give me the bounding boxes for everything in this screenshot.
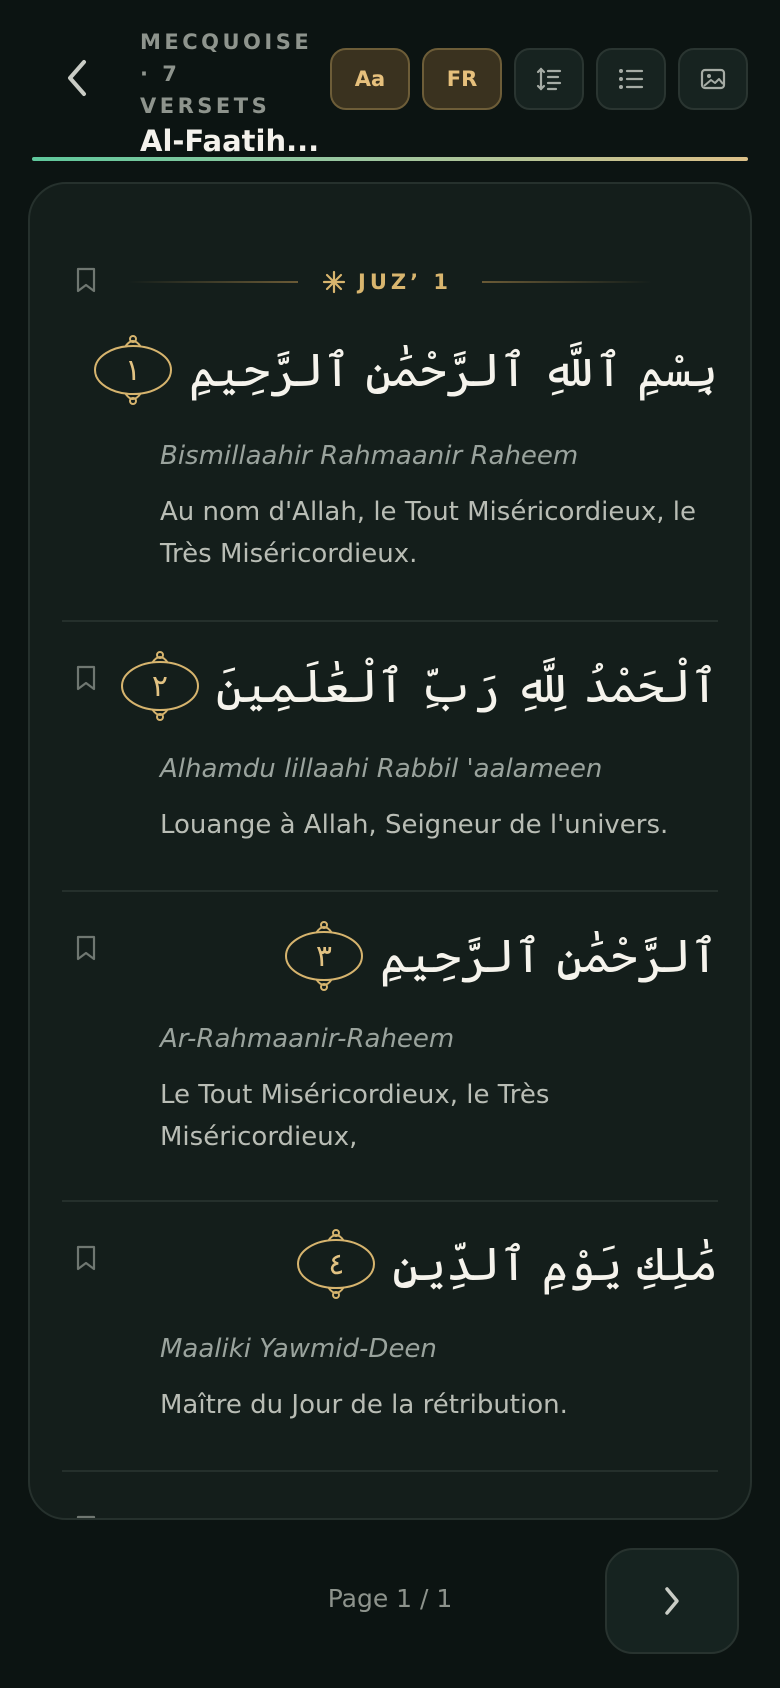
- verse-item: ٣ ٱلرَّحْمَٰنِ ٱلرَّحِيمِ Ar-Rahmaanir-R…: [62, 892, 718, 1202]
- verse-item: ١ بِسْمِ ٱللَّهِ ٱلرَّحْمَٰنِ ٱلرَّحِيمِ…: [62, 308, 718, 622]
- verse-arabic-row: ١ بِسْمِ ٱللَّهِ ٱلرَّحْمَٰنِ ٱلرَّحِيمِ: [91, 322, 718, 418]
- verse-arabic: ٱلرَّحْمَٰنِ ٱلرَّحِيمِ: [379, 929, 718, 983]
- verse-transliteration: Ar-Rahmaanir-Raheem: [160, 1024, 455, 1054]
- ayah-number-badge: ١: [91, 333, 175, 407]
- verse-arabic: بِسْمِ ٱللَّهِ ٱلرَّحْمَٰنِ ٱلرَّحِيمِ: [188, 343, 718, 397]
- surah-meta-verses: · 7 VERSETS: [140, 62, 271, 118]
- verse-item: ٤ مَٰلِكِ يَوْمِ ٱلدِّينِ Maaliki Yawmid…: [62, 1202, 718, 1472]
- chevron-right-icon: [665, 1587, 679, 1615]
- ayah-number: ٤: [328, 1246, 345, 1282]
- reading-progress-bar: [32, 157, 748, 161]
- verse-arabic: مَٰلِكِ يَوْمِ ٱلدِّينِ: [392, 1237, 718, 1291]
- line-spacing-icon: [536, 67, 562, 91]
- bookmark-icon[interactable]: [74, 1514, 98, 1520]
- verse-transliteration: Maaliki Yawmid-Deen: [160, 1334, 437, 1364]
- image-icon: [700, 68, 726, 90]
- verse-arabic-row: ٣ ٱلرَّحْمَٰنِ ٱلرَّحِيمِ: [282, 908, 718, 1004]
- page-indicator: Page 1 / 1: [327, 1584, 453, 1613]
- ayah-number: ١: [124, 352, 142, 388]
- bookmark-icon[interactable]: [74, 1244, 98, 1272]
- language-label: FR: [446, 67, 478, 91]
- font-size-label: Aa: [354, 67, 386, 91]
- verse-translation: Au nom d'Allah, le Tout Miséricordieux, …: [160, 497, 697, 569]
- divider-line-right: [482, 281, 652, 283]
- verse-arabic-row: ٤ مَٰلِكِ يَوْمِ ٱلدِّينِ: [294, 1216, 718, 1312]
- juz-label-group: JUZ’ 1: [322, 264, 452, 300]
- list-button[interactable]: [596, 48, 666, 110]
- ayah-number-badge: ٢: [118, 649, 202, 723]
- star-icon: [322, 270, 346, 294]
- reader-screen: MECQUOISE · 7 VERSETS Al-Faatih... Aa FR: [0, 0, 780, 1688]
- juz-divider: JUZ’ 1: [30, 256, 750, 308]
- verse-translation: Maître du Jour de la rétribution.: [160, 1390, 568, 1420]
- bookmark-icon[interactable]: [74, 266, 98, 294]
- font-size-button[interactable]: Aa: [330, 48, 410, 110]
- surah-meta-type: MECQUOISE: [140, 30, 313, 54]
- verse-translation: Le Tout Miséricordieux, le Très Misérico…: [160, 1080, 550, 1152]
- verse-arabic: ٱلْحَمْدُ لِلَّهِ رَبِّ ٱلْعَٰلَمِينَ: [215, 659, 718, 713]
- header: MECQUOISE · 7 VERSETS Al-Faatih... Aa FR: [0, 0, 780, 161]
- bookmark-icon[interactable]: [74, 934, 98, 962]
- verses-card: JUZ’ 1 ١ بِسْمِ ٱللَّهِ ٱلرَّحْمَٰنِ ٱلر…: [28, 182, 752, 1520]
- verse-transliteration: Alhamdu lillaahi Rabbil 'aalameen: [160, 754, 603, 784]
- ayah-number-badge: ٣: [282, 919, 366, 993]
- surah-title: Al-Faatih...: [140, 124, 320, 158]
- chevron-left-icon: [68, 60, 86, 96]
- title-block: MECQUOISE · 7 VERSETS Al-Faatih...: [140, 26, 320, 158]
- image-button[interactable]: [678, 48, 748, 110]
- layout-button[interactable]: [514, 48, 584, 110]
- back-button[interactable]: [52, 52, 102, 104]
- verse-arabic-row: ٢ ٱلْحَمْدُ لِلَّهِ رَبِّ ٱلْعَٰلَمِينَ: [118, 638, 718, 734]
- verse-transliteration: Bismillaahir Rahmaanir Raheem: [160, 441, 579, 471]
- juz-label: JUZ’ 1: [358, 270, 452, 294]
- bookmark-icon[interactable]: [74, 664, 98, 692]
- ayah-number: ٣: [315, 938, 332, 974]
- ayah-number-badge: ٤: [294, 1227, 378, 1301]
- verse-item: ٢ ٱلْحَمْدُ لِلَّهِ رَبِّ ٱلْعَٰلَمِينَ …: [62, 622, 718, 892]
- verse-translation: Louange à Allah, Seigneur de l'univers.: [160, 810, 669, 840]
- ayah-number: ٢: [151, 668, 168, 704]
- divider-line-left: [128, 281, 298, 283]
- list-icon: [619, 69, 644, 89]
- language-button[interactable]: FR: [422, 48, 502, 110]
- next-page-button[interactable]: [605, 1548, 739, 1654]
